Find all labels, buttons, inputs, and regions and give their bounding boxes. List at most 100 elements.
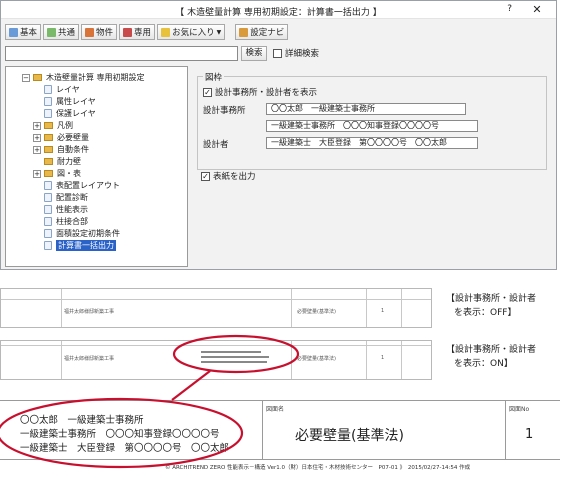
search-row: 検索 詳細検索 [5, 46, 554, 62]
folder-icon [44, 134, 53, 141]
tree-item-area-setting[interactable]: 面積設定初期条件 [44, 228, 120, 239]
detail-search-checkbox[interactable]: 詳細検索 [273, 47, 319, 59]
tree-item-table-layout[interactable]: 表配置レイアウト [44, 180, 120, 191]
designer-line-1: 〇〇太郎 一級建築士事務所 [20, 415, 144, 426]
tree-item-label: レイヤ [56, 85, 80, 94]
note-on-line2: を表示：ON】 [454, 359, 513, 369]
settings-page-icon [44, 241, 52, 250]
tree-item-performance[interactable]: 性能表示 [44, 204, 88, 215]
tree-item-attribute-layer[interactable]: 属性レイヤ [44, 96, 96, 107]
tree-root-label: 木造壁量計算 専用初期設定 [46, 73, 145, 82]
note-off: 【設計事務所・設計者 を表示：OFF】 [446, 292, 536, 320]
tree-item-label: 図・表 [57, 169, 81, 178]
tree-item-figure-table[interactable]: + 図・表 [33, 168, 81, 179]
note-off-line2: を表示：OFF】 [454, 308, 517, 318]
designer-line-3: 一級建築士 大臣登録 第〇〇〇〇号 〇〇太郎 [20, 443, 230, 454]
detail-search-label: 詳細検索 [285, 49, 320, 59]
frame-group: 図枠 ✓ 設計事務所・設計者を表示 設計事務所 〇〇太郎 一級建築士事務所 一級… [197, 71, 547, 170]
office-label: 設計事務所 [203, 106, 246, 116]
title-bar: 【 木造壁量計算 専用初期設定：計算書一括出力 】 ? ✕ [1, 1, 556, 19]
navi-icon [239, 27, 249, 37]
settings-dialog: 【 木造壁量計算 専用初期設定：計算書一括出力 】 ? ✕ 基本 共通 物件 専… [0, 0, 557, 270]
settings-panel: 図枠 ✓ 設計事務所・設計者を表示 設計事務所 〇〇太郎 一級建築士事務所 一級… [191, 66, 554, 267]
tree-item-label: 計算書一括出力 [56, 240, 116, 251]
tree-item-label: 必要壁量 [57, 133, 89, 142]
tree-item-label: 配置診断 [56, 193, 88, 202]
tree-item-label: 保護レイヤ [56, 109, 96, 118]
expand-icon[interactable]: + [33, 169, 41, 178]
preview-project-name: 福井太郎様邸新築工事 [64, 356, 115, 362]
property-label: 物件 [96, 28, 114, 38]
checkbox-checked-icon: ✓ [203, 87, 212, 97]
search-button[interactable]: 検索 [241, 46, 267, 61]
cover-output-checkbox[interactable]: ✓ 表紙を出力 [201, 170, 256, 182]
dedicated-label: 専用 [134, 28, 152, 38]
folder-icon [44, 158, 53, 165]
tree-item-protect-layer[interactable]: 保護レイヤ [44, 108, 96, 119]
settings-navi-button[interactable]: 設定ナビ [235, 24, 289, 40]
house-icon [85, 27, 95, 37]
office-field-2[interactable]: 一級建築士事務所 〇〇〇知事登録〇〇〇〇号 [266, 120, 478, 132]
settings-navi-label: 設定ナビ [250, 28, 285, 38]
tree-item-label: 性能表示 [56, 205, 88, 214]
tree-item-column-joint[interactable]: 柱接合部 [44, 216, 88, 227]
tree-item-legend[interactable]: + 凡例 [33, 120, 73, 131]
tree-item-required-wall[interactable]: + 必要壁量 [33, 132, 89, 143]
group-title: 図枠 [203, 71, 225, 83]
collapse-icon[interactable]: − [22, 73, 30, 82]
settings-page-icon [44, 217, 52, 226]
drawing-name: 必要壁量(基準法) [295, 428, 404, 444]
designer-field[interactable]: 一級建築士 大臣登録 第〇〇〇〇号 〇〇太郎 [266, 137, 478, 149]
footer-credit: © ARCHITREND ZERO 性能表示－構造 Ver1.0（財）日本住宅・… [165, 465, 471, 471]
tree-item-auto-condition[interactable]: + 自動条件 [33, 144, 89, 155]
expand-icon[interactable]: + [33, 133, 41, 142]
note-off-line1: 【設計事務所・設計者 [446, 294, 537, 304]
toolbar: 基本 共通 物件 専用 お気に入り ▼ 設定ナビ [5, 24, 289, 42]
tree-item-bearing-wall[interactable]: 耐力壁 [44, 156, 81, 167]
settings-tree: − 木造壁量計算 専用初期設定 レイヤ 属性レイヤ 保護レイヤ + 凡例 + 必… [5, 66, 188, 267]
expand-icon[interactable]: + [33, 121, 41, 130]
tree-item-layer[interactable]: レイヤ [44, 84, 80, 95]
close-button[interactable]: ✕ [522, 3, 552, 16]
cover-output-label: 表紙を出力 [213, 172, 256, 182]
common-icon [47, 27, 57, 37]
preview-drawing-name: 必要壁量(基準法) [297, 356, 336, 362]
tree-item-label: 凡例 [57, 121, 73, 130]
tree-item-label: 柱接合部 [56, 217, 88, 226]
folder-icon [44, 146, 53, 153]
search-input[interactable] [5, 46, 238, 61]
office-field-1[interactable]: 〇〇太郎 一級建築士事務所 [266, 103, 466, 115]
folder-icon [44, 122, 53, 129]
property-tab-button[interactable]: 物件 [81, 24, 118, 40]
drawing-page-no: 1 [525, 427, 534, 442]
favorites-button[interactable]: お気に入り ▼ [157, 24, 226, 40]
title-block-enlarged: 〇〇太郎 一級建築士事務所 一級建築士事務所 〇〇〇知事登録〇〇〇〇号 一級建築… [0, 400, 560, 460]
drawing-no-caption: 図面No [509, 406, 530, 413]
expand-icon[interactable]: + [33, 145, 41, 154]
tree-item-placement-diagnosis[interactable]: 配置診断 [44, 192, 88, 203]
show-designer-checkbox[interactable]: ✓ 設計事務所・設計者を表示 [203, 86, 317, 98]
preview-project-name: 福井太郎様邸新築工事 [64, 309, 115, 315]
settings-page-icon [44, 229, 52, 238]
dedicated-tab-button[interactable]: 専用 [119, 24, 156, 40]
checkbox-unchecked-icon [273, 48, 282, 58]
show-designer-label: 設計事務所・設計者を表示 [215, 88, 318, 98]
tree-item-label: 面積設定初期条件 [56, 229, 120, 238]
tree-item-batch-output[interactable]: 計算書一括出力 [44, 240, 116, 251]
star-icon [161, 27, 171, 37]
settings-page-icon [44, 109, 52, 118]
tree-item-label: 表配置レイアウト [56, 181, 120, 190]
preview-on: 福井太郎様邸新築工事 必要壁量(基準法) 1 [0, 340, 432, 380]
basic-label: 基本 [20, 28, 38, 38]
settings-page-icon [44, 205, 52, 214]
tree-item-label: 属性レイヤ [56, 97, 96, 106]
settings-page-icon [44, 193, 52, 202]
common-label: 共通 [58, 28, 76, 38]
common-tab-button[interactable]: 共通 [43, 24, 80, 40]
chevron-down-icon: ▼ [216, 28, 222, 36]
help-button[interactable]: ? [507, 4, 512, 14]
basic-tab-button[interactable]: 基本 [5, 24, 42, 40]
designer-lines-thumb [201, 349, 269, 365]
tree-root[interactable]: − 木造壁量計算 専用初期設定 [22, 72, 145, 83]
dedicated-icon [123, 27, 133, 37]
